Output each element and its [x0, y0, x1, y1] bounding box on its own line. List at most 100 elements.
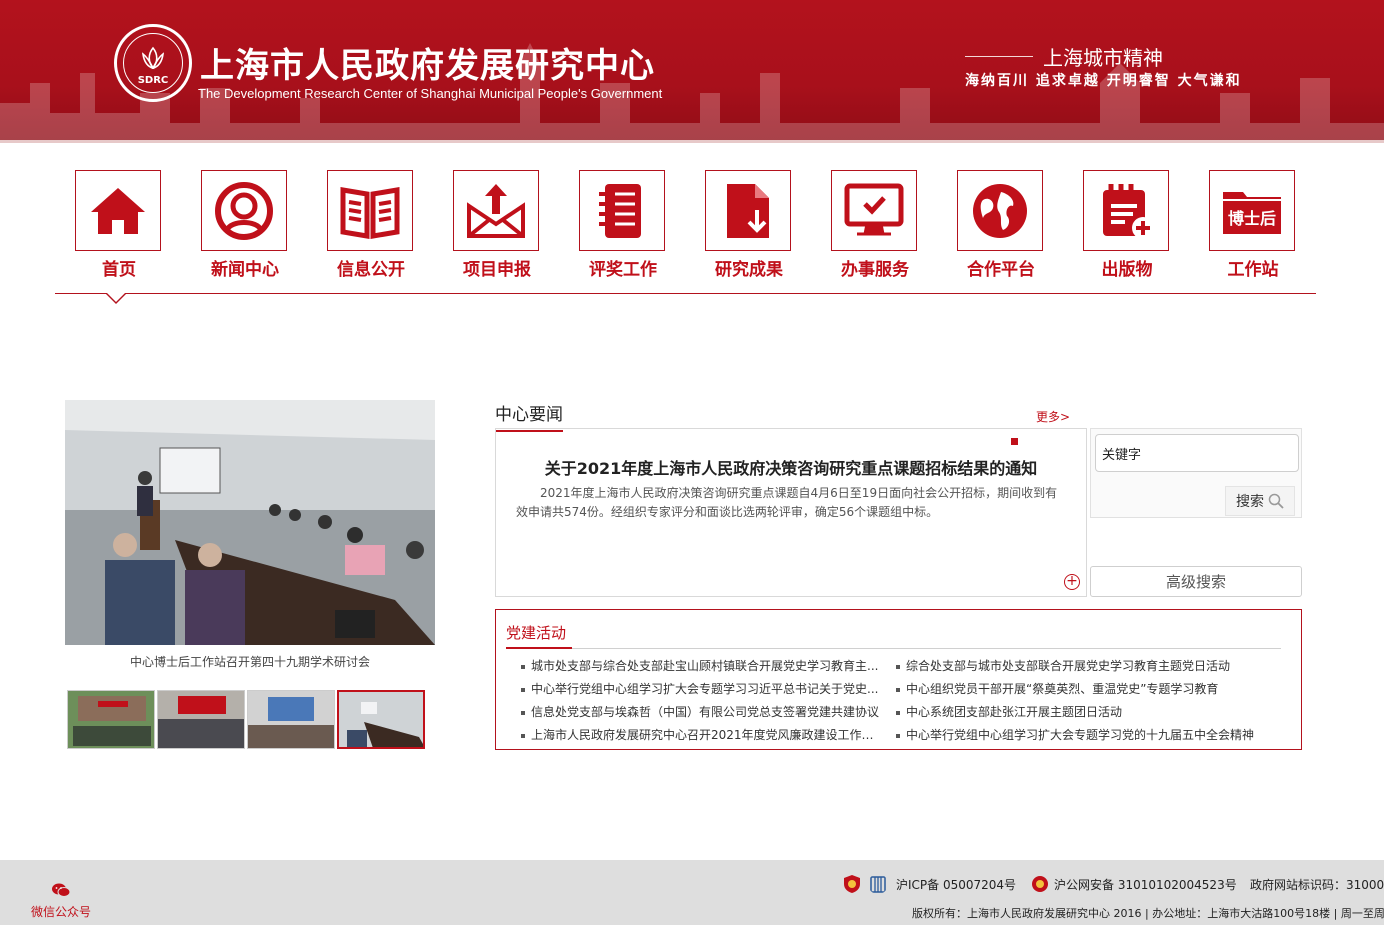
thumbnail-active[interactable]: [337, 690, 425, 749]
thumbnail-image: [68, 691, 154, 748]
nav-label[interactable]: 项目申报: [453, 255, 541, 280]
news-summary: 2021年度上海市人民政府决策咨询研究重点课题自4月6日至19日面向社会公开招标…: [516, 486, 1058, 519]
document-download-icon: [727, 183, 769, 238]
photo-caption[interactable]: 中心博士后工作站召开第四十九期学术研讨会: [65, 653, 435, 670]
news-headline[interactable]: 关于2021年度上海市人民政府决策咨询研究重点课题招标结果的通知: [496, 455, 1086, 479]
plus-circle-icon[interactable]: +: [1064, 574, 1080, 590]
globe-icon: [973, 183, 1027, 238]
government-emblem-icon[interactable]: [842, 874, 862, 894]
calendar-plus-icon: [1103, 183, 1154, 239]
list-item[interactable]: 信息处党支部与埃森哲（中国）有限公司党总支签署党建共建协议: [521, 701, 881, 724]
meeting-photo: [65, 400, 435, 645]
nav-label[interactable]: 新闻中心: [201, 255, 289, 280]
thumbnail[interactable]: [247, 690, 335, 749]
news-more-link[interactable]: 更多>: [1036, 408, 1070, 425]
party-activities-section: 党建活动 城市处支部与综合处支部赴宝山顾村镇联合开展党史学习教育主... 中心举…: [495, 609, 1302, 750]
search-panel: 搜索: [1090, 428, 1302, 518]
logo-text: SDRC: [137, 75, 169, 86]
footer-copyright: 版权所有：上海市人民政府发展研究中心 2016 | 办公地址：上海市大沽路100…: [912, 907, 1384, 920]
search-input[interactable]: [1095, 434, 1299, 472]
nav-item-workstation[interactable]: 博士后 工作站: [1209, 170, 1297, 280]
list-item[interactable]: 中心举行党组中心组学习扩大会专题学习习近平总书记关于党史...: [521, 678, 881, 701]
search-button[interactable]: 搜索: [1225, 486, 1295, 516]
nav-label[interactable]: 工作站: [1209, 255, 1297, 280]
search-button-label: 搜索: [1236, 494, 1264, 510]
city-spirit-title-text: 上海城市精神: [1043, 46, 1163, 70]
header-banner: SDRC 上海市人民政府发展研究中心 The Development Resea…: [0, 0, 1384, 143]
wechat-label: 微信公众号: [30, 905, 91, 919]
nav-box[interactable]: [705, 170, 791, 251]
nav-item-project[interactable]: 项目申报: [453, 170, 541, 280]
section-divider: [506, 647, 1281, 649]
divider-line: [965, 56, 1033, 57]
footer-badges: 沪ICP备 05007204号 沪公网安备 31010102004523号 政府…: [840, 874, 1384, 894]
search-icon: [1268, 493, 1284, 509]
thumbnail[interactable]: [67, 690, 155, 749]
header-bottom-line: [0, 140, 1384, 143]
police-record-link[interactable]: 沪公网安备 31010102004523号: [1054, 876, 1237, 893]
nav-box[interactable]: [327, 170, 413, 251]
nav-box[interactable]: [957, 170, 1043, 251]
mail-upload-icon: [467, 183, 525, 238]
nav-item-home[interactable]: 首页: [75, 170, 163, 280]
nav-item-info[interactable]: 信息公开: [327, 170, 415, 280]
open-book-icon: [340, 186, 400, 239]
nav-item-news[interactable]: 新闻中心: [201, 170, 289, 280]
thumbnail-image: [158, 691, 244, 748]
nav-label[interactable]: 合作平台: [957, 255, 1045, 280]
advanced-search-button[interactable]: 高级搜索: [1090, 566, 1302, 597]
postdoc-folder-icon: 博士后: [1223, 191, 1281, 234]
nav-item-awards[interactable]: 评奖工作: [579, 170, 667, 280]
police-badge-icon[interactable]: [1030, 874, 1050, 894]
magnolia-icon: [141, 46, 165, 70]
nav-box[interactable]: [1083, 170, 1169, 251]
nav-label[interactable]: 评奖工作: [579, 255, 667, 280]
site-title[interactable]: 上海市人民政府发展研究中心: [200, 38, 655, 87]
news-slide-indicator[interactable]: [1011, 438, 1018, 445]
postdoc-folder-text: 博士后: [1228, 209, 1276, 228]
home-icon: [91, 187, 145, 234]
list-item[interactable]: 综合处支部与城市处支部联合开展党史学习教育主题党日活动: [896, 655, 1276, 678]
user-circle-icon: [215, 181, 273, 240]
nav-label[interactable]: 信息公开: [327, 255, 415, 280]
thumbnail-image: [339, 692, 423, 747]
notebook-icon: [599, 183, 641, 238]
wechat-link[interactable]: 微信公众号: [26, 882, 96, 920]
photo-thumbnails: [67, 690, 427, 750]
nav-box[interactable]: [75, 170, 161, 251]
city-spirit-words: 海纳百川 追求卓越 开明睿智 大气谦和: [965, 73, 1242, 89]
thumbnail[interactable]: [157, 690, 245, 749]
nav-box[interactable]: 博士后: [1209, 170, 1295, 251]
party-list-right: 综合处支部与城市处支部联合开展党史学习教育主题党日活动 中心组织党员干部开展“祭…: [896, 655, 1276, 747]
site-subtitle: The Development Research Center of Shang…: [198, 86, 663, 101]
nav-item-research[interactable]: 研究成果: [705, 170, 793, 280]
nav-box[interactable]: [831, 170, 917, 251]
nav-box[interactable]: [453, 170, 539, 251]
party-section-title[interactable]: 党建活动: [506, 622, 566, 643]
nav-label[interactable]: 研究成果: [705, 255, 793, 280]
thumbnail-image: [248, 691, 334, 748]
nav-label[interactable]: 出版物: [1083, 255, 1171, 280]
nav-box[interactable]: [201, 170, 287, 251]
main-nav: 首页 新闻中心 信息公开 项目申报 评奖工作 研究成果 办事服务 合作平台 出版…: [55, 170, 1316, 294]
list-item[interactable]: 城市处支部与综合处支部赴宝山顾村镇联合开展党史学习教育主...: [521, 655, 881, 678]
party-list-left: 城市处支部与综合处支部赴宝山顾村镇联合开展党史学习教育主... 中心举行党组中心…: [521, 655, 881, 747]
footer: 微信公众号 沪ICP备 05007204号 沪公网安备 310101020045…: [0, 860, 1384, 925]
nav-item-cooperation[interactable]: 合作平台: [957, 170, 1045, 280]
featured-photo[interactable]: [65, 400, 435, 645]
list-item[interactable]: 中心举行党组中心组学习扩大会专题学习党的十九届五中全会精神: [896, 724, 1276, 747]
city-spirit-title: 上海城市精神: [965, 42, 1255, 71]
news-featured: 关于2021年度上海市人民政府决策咨询研究重点课题招标结果的通知 2021年度上…: [495, 428, 1087, 597]
building-icon[interactable]: [868, 874, 888, 894]
nav-item-publications[interactable]: 出版物: [1083, 170, 1171, 280]
nav-label[interactable]: 办事服务: [831, 255, 919, 280]
nav-label[interactable]: 首页: [75, 255, 163, 280]
monitor-check-icon: [844, 183, 904, 235]
list-item[interactable]: 中心组织党员干部开展“祭奠英烈、重温党史”专题学习教育: [896, 678, 1276, 701]
logo[interactable]: SDRC: [114, 24, 192, 102]
nav-item-services[interactable]: 办事服务: [831, 170, 919, 280]
list-item[interactable]: 上海市人民政府发展研究中心召开2021年度党风廉政建设工作会...: [521, 724, 881, 747]
icp-record-link[interactable]: 沪ICP备 05007204号: [896, 876, 1016, 893]
nav-box[interactable]: [579, 170, 665, 251]
list-item[interactable]: 中心系统团支部赴张江开展主题团日活动: [896, 701, 1276, 724]
